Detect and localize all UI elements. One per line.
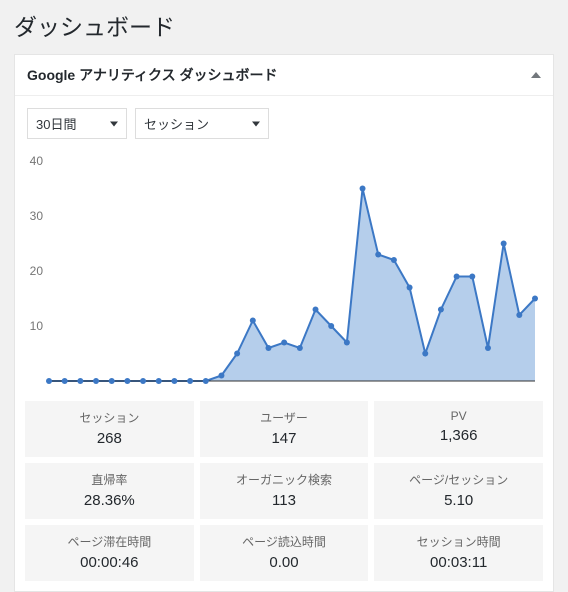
stat-card: ページ/セッション 5.10 <box>374 463 543 519</box>
stat-value: 113 <box>204 492 365 509</box>
stat-card: 直帰率 28.36% <box>25 463 194 519</box>
svg-text:10: 10 <box>30 319 44 333</box>
stat-value: 1,366 <box>378 427 539 444</box>
stat-label: オーガニック検索 <box>204 471 365 488</box>
stats-grid: セッション 268 ユーザー 147 PV 1,366 直帰率 28.36% オーガニック検索 1… <box>15 395 553 591</box>
stat-label: セッション <box>29 409 190 426</box>
stat-value: 268 <box>29 430 190 447</box>
metric-select-value: セッション <box>144 117 209 132</box>
analytics-panel: Google アナリティクス ダッシュボード 30日間 セッション 10 20 30… <box>14 54 554 592</box>
svg-text:20: 20 <box>30 264 44 278</box>
stat-value: 28.36% <box>29 492 190 509</box>
stat-label: ページ読込時間 <box>204 533 365 550</box>
stat-value: 147 <box>204 430 365 447</box>
stat-card: ページ読込時間 0.00 <box>200 525 369 581</box>
stat-card: オーガニック検索 113 <box>200 463 369 519</box>
stat-value: 00:00:46 <box>29 554 190 571</box>
stat-label: ユーザー <box>204 409 365 426</box>
sessions-chart: 10 20 30 40 <box>19 153 539 391</box>
stat-card: セッション 268 <box>25 401 194 457</box>
stat-label: 直帰率 <box>29 471 190 488</box>
controls-row: 30日間 セッション <box>15 96 553 147</box>
collapse-triangle-icon[interactable] <box>531 72 541 78</box>
stat-value: 00:03:11 <box>378 554 539 571</box>
metric-select[interactable]: セッション <box>135 108 269 139</box>
period-select[interactable]: 30日間 <box>27 108 127 139</box>
stat-card: ページ滞在時間 00:00:46 <box>25 525 194 581</box>
stat-card: ユーザー 147 <box>200 401 369 457</box>
svg-text:30: 30 <box>30 209 44 223</box>
stat-label: セッション時間 <box>378 533 539 550</box>
panel-title: Google アナリティクス ダッシュボード <box>27 65 277 85</box>
stat-card: セッション時間 00:03:11 <box>374 525 543 581</box>
stat-label: ページ滞在時間 <box>29 533 190 550</box>
page-title: ダッシュボード <box>0 0 568 54</box>
stat-value: 5.10 <box>378 492 539 509</box>
stat-label: PV <box>378 409 539 423</box>
chart-area: 10 20 30 40 <box>15 147 553 395</box>
svg-text:40: 40 <box>30 154 44 168</box>
stat-value: 0.00 <box>204 554 365 571</box>
stat-label: ページ/セッション <box>378 471 539 488</box>
period-select-value: 30日間 <box>36 117 76 132</box>
stat-card: PV 1,366 <box>374 401 543 457</box>
panel-header[interactable]: Google アナリティクス ダッシュボード <box>15 55 553 96</box>
